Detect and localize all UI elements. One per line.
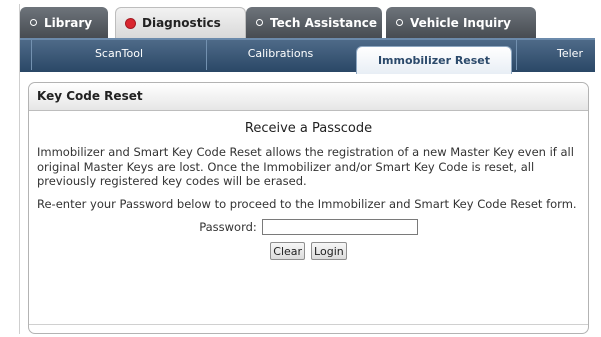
tab-label: Tech Assistance	[270, 15, 378, 30]
app-frame: Library Diagnostics Tech Assistance Vehi…	[19, 4, 595, 334]
panel-footer	[29, 324, 588, 333]
description-paragraph: Immobilizer and Smart Key Code Reset all…	[37, 145, 574, 188]
key-code-reset-panel: Key Code Reset Receive a Passcode Immobi…	[28, 82, 589, 334]
tab-library[interactable]: Library	[20, 7, 108, 38]
subtab-label: Teler	[557, 47, 583, 60]
tab-label: Library	[44, 15, 93, 30]
panel-title: Key Code Reset	[29, 83, 588, 111]
subtab-scantool[interactable]: ScanTool	[31, 40, 206, 70]
subtab-teler[interactable]: Teler	[516, 40, 595, 70]
radio-dot-icon	[396, 19, 403, 26]
button-row: Clear Login	[37, 242, 580, 260]
password-label: Password:	[199, 220, 257, 234]
password-input[interactable]	[261, 219, 418, 235]
panel-body: Receive a Passcode Immobilizer and Smart…	[29, 121, 588, 260]
subtab-label: Calibrations	[247, 47, 314, 60]
subtab-label: Immobilizer Reset	[377, 54, 491, 67]
tab-tech-assistance[interactable]: Tech Assistance	[246, 7, 382, 38]
radio-dot-icon	[30, 19, 37, 26]
clear-button[interactable]: Clear	[270, 242, 306, 260]
password-row: Password:	[37, 219, 580, 235]
sub-tab-bar: ScanTool Calibrations Immobilizer Reset …	[20, 38, 595, 74]
tab-label: Vehicle Inquiry	[410, 15, 511, 30]
tab-vehicle-inquiry[interactable]: Vehicle Inquiry	[386, 7, 536, 38]
panel-subtitle: Receive a Passcode	[244, 121, 373, 136]
subtab-calibrations[interactable]: Calibrations	[206, 40, 354, 70]
login-button[interactable]: Login	[311, 242, 347, 260]
radio-dot-active-icon	[126, 18, 135, 28]
top-tab-bar: Library Diagnostics Tech Assistance Vehi…	[20, 4, 595, 38]
tab-diagnostics[interactable]: Diagnostics	[115, 7, 246, 38]
subtab-label: ScanTool	[94, 47, 144, 60]
subtab-immobilizer-reset[interactable]: Immobilizer Reset	[356, 46, 512, 74]
instruction-paragraph: Re-enter your Password below to proceed …	[37, 196, 577, 211]
tab-label: Diagnostics	[142, 16, 221, 30]
radio-dot-icon	[256, 19, 263, 26]
